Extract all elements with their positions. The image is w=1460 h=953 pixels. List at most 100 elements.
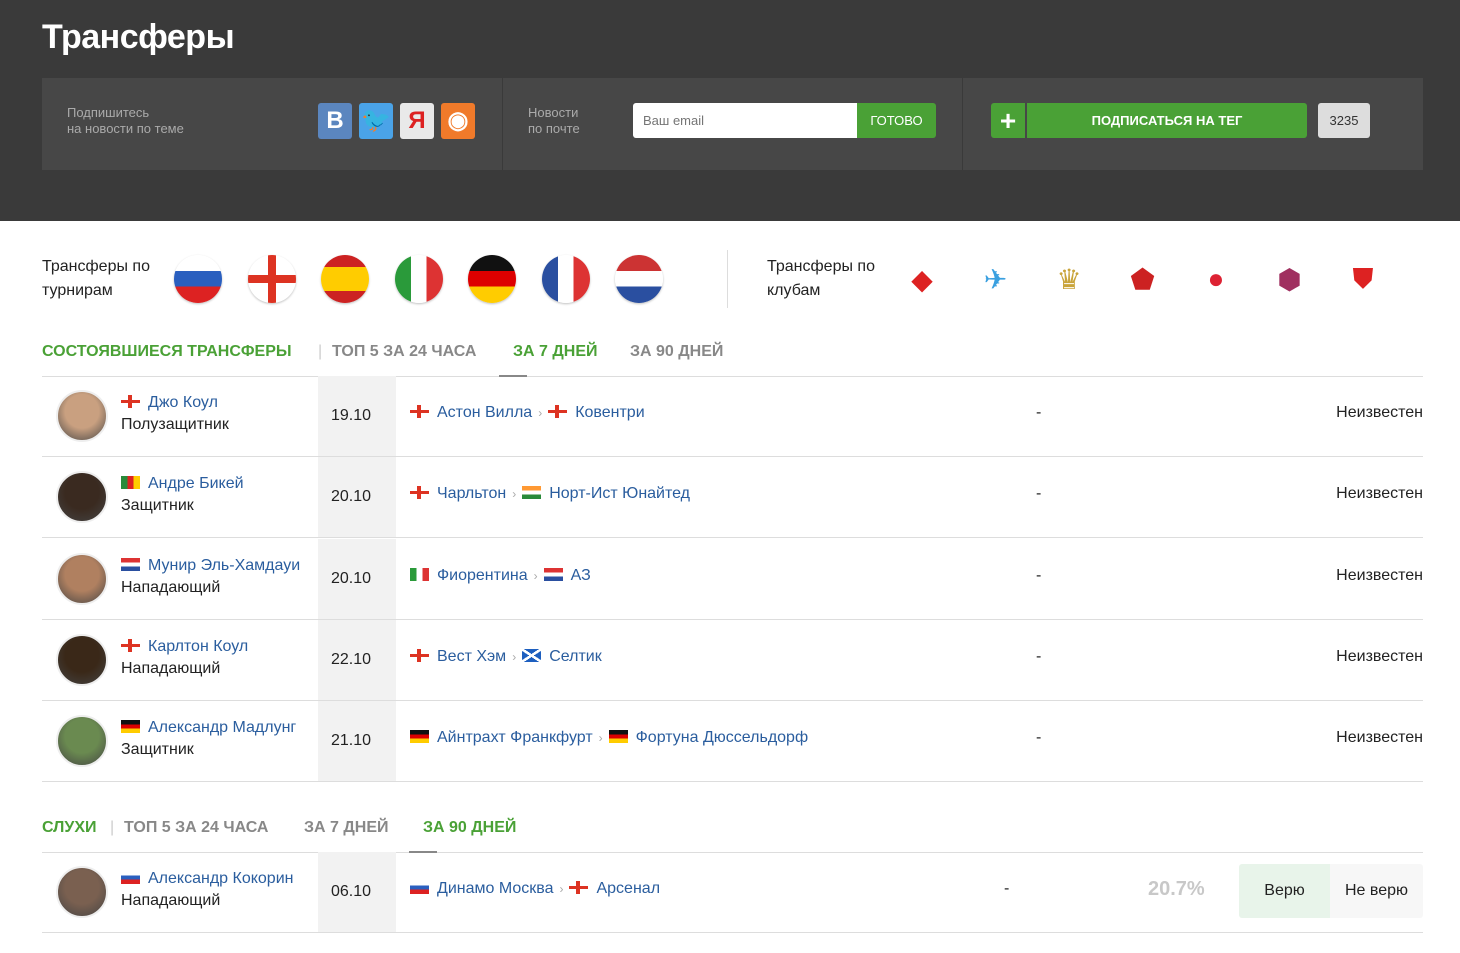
- avatar[interactable]: [56, 715, 108, 768]
- transfer-date: 20.10: [318, 538, 396, 619]
- to-club-link[interactable]: Ковентри: [575, 404, 644, 421]
- club-cska-logo-icon[interactable]: ⬟: [1122, 258, 1164, 300]
- flag-ru-icon: [121, 871, 140, 884]
- tab-separator: |: [318, 343, 323, 360]
- table-row: Карлтон Коул Нападающий 22.10 Вест Хэм › Селт…: [42, 619, 1423, 701]
- yandex-icon[interactable]: Я: [400, 103, 434, 139]
- tab-3[interactable]: ЗА 90 ДНЕЙ: [630, 343, 723, 361]
- player-name-link[interactable]: Андре Бикей: [121, 475, 244, 493]
- player-name-link[interactable]: Мунир Эль-Хамдауи: [121, 557, 300, 575]
- player-name[interactable]: Карлтон Коул: [148, 638, 248, 655]
- transfer-fee: Неизвестен: [1336, 729, 1423, 747]
- avatar[interactable]: [56, 552, 108, 605]
- tab-1[interactable]: ТОП 5 ЗА 24 ЧАСА: [332, 343, 476, 361]
- tab-0[interactable]: СОСТОЯВШИЕСЯ ТРАНСФЕРЫ: [42, 343, 292, 361]
- flag-en-icon: [410, 405, 429, 418]
- tab-2[interactable]: ЗА 7 ДНЕЙ: [304, 819, 389, 837]
- tab-2[interactable]: ЗА 7 ДНЕЙ: [513, 343, 598, 361]
- transfer-clubs: Динамо Москва › Арсенал: [410, 880, 660, 898]
- subscribe-text: Подпишитесь на новости по теме: [67, 105, 184, 136]
- from-club-link[interactable]: Айнтрахт Франкфурт: [437, 729, 593, 746]
- club-spartak-logo-icon[interactable]: ◆: [901, 258, 943, 300]
- club-arsenal-logo-icon[interactable]: ⛊: [1342, 258, 1384, 300]
- email-input[interactable]: [633, 103, 857, 138]
- to-club-link[interactable]: Арсенал: [596, 880, 660, 897]
- tournament-spain-flag-icon[interactable]: [321, 255, 369, 303]
- to-club-link[interactable]: Фортуна Дюссельдорф: [636, 729, 808, 746]
- player-name[interactable]: Джо Коул: [148, 394, 218, 411]
- player-position: Нападающий: [121, 578, 221, 596]
- flag-en-icon: [410, 648, 429, 662]
- arrow-icon: ›: [559, 882, 564, 896]
- to-club-link[interactable]: Норт-Ист Юнайтед: [549, 485, 690, 502]
- transfer-date: 06.10: [318, 852, 396, 932]
- rss-icon[interactable]: ◉: [441, 103, 475, 139]
- player-name[interactable]: Александр Мадлунг: [148, 719, 296, 736]
- transfer-fee-dash: -: [1036, 566, 1042, 584]
- player-name-link[interactable]: Джо Коул: [121, 394, 218, 412]
- avatar[interactable]: [56, 390, 108, 442]
- tournament-netherlands-flag-icon[interactable]: [615, 255, 663, 303]
- avatar[interactable]: [56, 471, 108, 524]
- to-club-link[interactable]: АЗ: [571, 567, 591, 584]
- vk-icon[interactable]: B: [318, 103, 352, 139]
- flag-de-icon: [608, 730, 628, 744]
- transfer-clubs: Чарльтон › Норт-Ист Юнайтед: [410, 485, 690, 503]
- done-transfers-tabs: СОСТОЯВШИЕСЯ ТРАНСФЕРЫ | ТОП 5 ЗА 24 ЧАСА З…: [42, 329, 1423, 377]
- flag-en-icon: [548, 405, 568, 418]
- transfer-fee-dash: -: [1036, 729, 1042, 747]
- tournament-italy-flag-icon[interactable]: [394, 255, 443, 303]
- tournament-russia-flag-icon[interactable]: [174, 255, 222, 303]
- tab-0[interactable]: СЛУХИ: [42, 819, 97, 837]
- player-name-link[interactable]: Александр Мадлунг: [121, 719, 296, 737]
- flag-cm-icon: [121, 476, 140, 490]
- arrow-icon: ›: [512, 487, 517, 502]
- transfer-date: 21.10: [318, 701, 396, 782]
- avatar[interactable]: [56, 633, 108, 686]
- club-zenit-logo-icon[interactable]: ✈: [975, 258, 1017, 300]
- arrow-icon: ›: [533, 568, 538, 583]
- clubs-label: Трансферы по клубам: [767, 258, 875, 299]
- from-club-link[interactable]: Вест Хэм: [437, 648, 506, 665]
- arrow-icon: ›: [538, 406, 543, 420]
- tab-1[interactable]: ТОП 5 ЗА 24 ЧАСА: [124, 819, 268, 837]
- page-title: Трансферы: [42, 18, 235, 56]
- tournament-france-flag-icon[interactable]: [541, 255, 590, 303]
- not-believe-button[interactable]: Не верю: [1330, 864, 1423, 918]
- transfer-clubs: Фиорентина › АЗ: [410, 567, 591, 585]
- tournament-england-flag-icon[interactable]: [247, 255, 296, 303]
- club-real-madrid-logo-icon[interactable]: ♛: [1048, 258, 1090, 300]
- club-manchester-united-logo-icon[interactable]: ●: [1195, 258, 1237, 300]
- player-name[interactable]: Александр Кокорин: [148, 870, 293, 887]
- transfer-date: 19.10: [318, 376, 396, 456]
- transfer-fee-dash: -: [1036, 404, 1042, 421]
- table-row: Александр Кокорин Нападающий 06.10 Динамо М…: [42, 852, 1423, 933]
- from-club-link[interactable]: Динамо Москва: [437, 880, 553, 897]
- plus-icon[interactable]: +: [991, 103, 1025, 138]
- to-club-link[interactable]: Селтик: [549, 648, 602, 665]
- player-name[interactable]: Андре Бикей: [148, 475, 244, 492]
- flag-en-icon: [121, 395, 140, 408]
- divider: [727, 250, 728, 308]
- transfer-fee-dash: -: [1036, 647, 1042, 665]
- go-button[interactable]: ГОТОВО: [857, 103, 936, 138]
- club-barcelona-logo-icon[interactable]: ⬢: [1269, 258, 1311, 300]
- rumors-tabs: СЛУХИ | ТОП 5 ЗА 24 ЧАСА ЗА 7 ДНЕЙ ЗА 90 ДНЕ…: [42, 805, 1423, 853]
- tab-3[interactable]: ЗА 90 ДНЕЙ: [423, 819, 516, 837]
- player-position: Защитник: [121, 497, 194, 515]
- from-club-link[interactable]: Чарльтон: [437, 485, 506, 502]
- player-name-link[interactable]: Александр Кокорин: [121, 870, 293, 888]
- player-name-link[interactable]: Карлтон Коул: [121, 638, 248, 656]
- avatar[interactable]: [56, 866, 108, 918]
- subscribe-tag-button[interactable]: ПОДПИСАТЬСЯ НА ТЕГ: [1027, 103, 1307, 138]
- belief-percent: 20.7%: [1148, 878, 1205, 900]
- believe-button[interactable]: Верю: [1239, 864, 1330, 918]
- from-club-link[interactable]: Астон Вилла: [437, 404, 532, 421]
- tournament-germany-flag-icon[interactable]: [468, 255, 516, 303]
- player-name[interactable]: Мунир Эль-Хамдауи: [148, 557, 300, 574]
- flag-in-icon: [522, 486, 542, 500]
- from-club-link[interactable]: Фиорентина: [437, 567, 528, 584]
- twitter-icon[interactable]: 🐦: [359, 103, 393, 139]
- flag-nl-icon: [121, 557, 140, 571]
- tab-separator: |: [110, 819, 115, 836]
